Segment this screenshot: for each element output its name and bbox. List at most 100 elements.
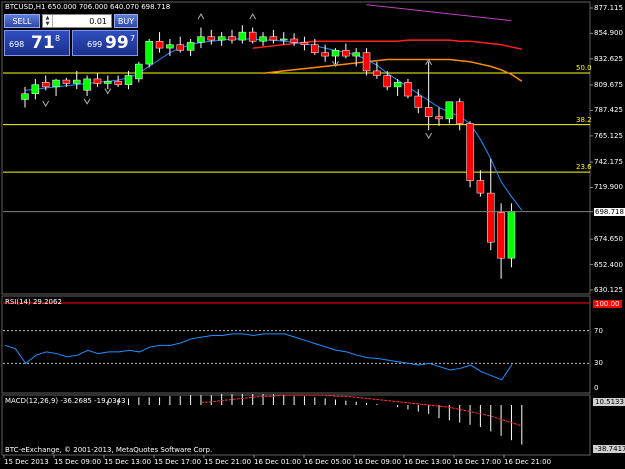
lot-spinner-icon[interactable]: ▲ ▼ [43,15,53,27]
buy-button[interactable]: BUY [114,14,138,28]
price-tick-label: 719.900 [594,183,623,192]
rsi-tick-label: 30 [594,359,603,368]
candle-body [73,79,81,84]
candle-body [404,82,412,97]
price-tick-label: 877.115 [594,4,623,12]
rsi-tick-label: 0 [594,384,599,392]
sell-price-box[interactable]: 698 71 8 [4,30,70,56]
candle-body [497,212,505,259]
time-tick-label: 15 Dec 21:00 [204,458,252,466]
macd-signal-line [200,394,522,427]
fibo-level-label: 50.0 [576,63,592,72]
sell-price-pipette: 8 [55,34,61,43]
candle-body [342,50,350,57]
fractal-up-icon [249,13,257,20]
candle-body [290,38,298,43]
candle-body [104,80,112,84]
buy-price-pipette: 7 [130,34,136,43]
candle-body [393,82,402,88]
candle-body [145,40,153,65]
candle-body [52,79,60,88]
fractal-down-icon [42,100,50,108]
candle-body [445,101,454,120]
candle-body [124,75,133,85]
price-tick-label: 630.125 [594,286,623,294]
candle-body [21,93,29,100]
price-tick-label: 765.125 [594,131,623,140]
time-tick-label: 15 Dec 13:00 [104,458,152,466]
buy-price-small: 699 [87,40,103,49]
price-tick-label: 854.900 [594,29,623,38]
time-tick-label: 16 Dec 01:00 [254,458,302,466]
chart-header: BTCUSD,H1 650.000 706.000 640.070 698.71… [5,3,171,11]
fibo-level-label: 23.6 [576,163,592,172]
candle-body [31,84,40,95]
candle-body [114,80,122,85]
fractal-down-icon [83,98,91,105]
price-tick-label: 674.650 [594,235,623,244]
candle-body [383,75,391,88]
candle-body [507,211,516,259]
candle-body [373,70,381,76]
candle-body [476,180,485,194]
candle-body [166,44,174,49]
rsi-badge: 100.00 [593,300,622,308]
candle-body [155,40,164,49]
candle-body [362,52,371,72]
price-tick-label: 787.425 [594,106,623,115]
rsi-line [4,333,513,381]
candle-body [321,52,329,57]
fibonacci-levels [3,72,590,173]
price-tick-label: 809.675 [594,80,623,89]
macd-label: MACD(12,26,9) -36.2685 -19.0343 [5,397,126,405]
fractal-down-icon [425,132,433,139]
candle-body [331,50,340,57]
time-tick-label: 15 Dec 17:00 [154,458,202,466]
candle-body [487,192,495,243]
time-tick-label: 15 Dec 2013 [4,458,49,466]
candle-body [248,31,257,42]
price-tick-label: 832.625 [594,54,623,63]
candle-body [83,78,91,91]
price-tick-label: 742.175 [594,158,623,167]
candle-body [186,42,195,51]
price-tick-label: 698.718 [594,207,625,216]
candle-body [207,36,216,41]
candle-body [176,44,184,51]
ma-violet-line [366,4,512,22]
fibo-level-label: 38.2 [576,115,592,124]
candle-body [435,116,443,120]
sell-button[interactable]: SELL [4,14,40,28]
buy-price-big: 99 [105,33,129,53]
candle-body [414,95,423,108]
candle-body [41,82,50,88]
time-tick-label: 16 Dec 17:00 [454,458,502,466]
candle-body [259,36,267,42]
candle-body [135,63,143,80]
time-tick-label: 16 Dec 05:00 [304,458,352,466]
buy-price-box[interactable]: 699 99 7 [72,30,138,56]
fractal-down-icon [104,88,112,95]
candle-body [311,44,319,53]
candle-body [62,79,71,84]
candle-body [228,36,236,41]
time-tick-label: 16 Dec 09:00 [354,458,402,466]
macd-badge-top: 10.5133 [593,398,625,406]
candle-body [217,36,226,41]
rsi-indicator [3,302,590,381]
candle-body [197,36,205,43]
time-tick-label: 16 Dec 21:00 [504,458,552,466]
candle-body [269,36,278,41]
copyright-text: BTC-eExchange, © 2001-2013, MetaQuotes S… [5,446,213,454]
one-click-trading-panel: SELL ▲▼ BUY 698 71 8 699 99 7 [4,14,138,56]
candle-body [424,107,433,117]
candle-body [238,31,247,41]
rsi-label: RSI(14) 29.2062 [5,298,62,306]
candle-body [466,123,474,181]
candle-body [352,52,360,57]
candlesticks [21,25,516,279]
candle-body [300,42,309,45]
time-tick-label: 15 Dec 09:00 [54,458,102,466]
macd-badge-bottom: -38.7417 [593,445,625,453]
macd-indicator [107,394,523,445]
